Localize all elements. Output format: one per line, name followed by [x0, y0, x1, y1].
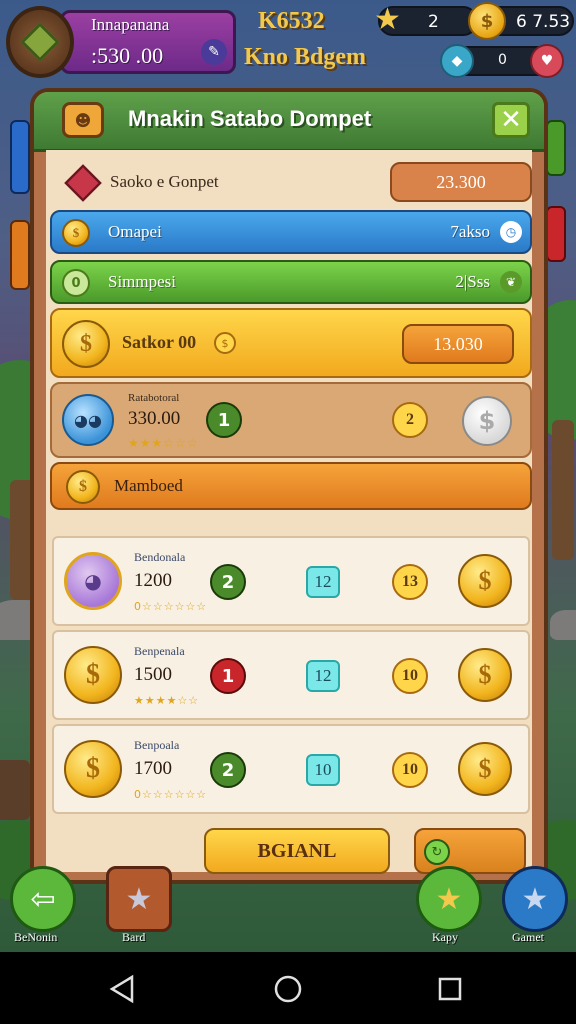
- list-item-stars: 0☆☆☆☆☆☆: [134, 788, 208, 801]
- list-item-amount: 1500: [134, 664, 172, 685]
- gem-icon: [20, 22, 60, 62]
- list-item[interactable]: $ Benpenala 1500 ★★★★☆☆ 1 12 10 $: [52, 630, 530, 720]
- list-item-badge: 2: [210, 752, 246, 788]
- wallet-summary-row: Saoko e Gonpet 23.300: [50, 162, 532, 206]
- stars-count: 2: [428, 12, 439, 32]
- player-balance: :530 .00: [91, 43, 164, 68]
- gold-row-label: Satkor 00: [122, 332, 197, 352]
- wallet-summary-label: Saoko e Gonpet: [110, 172, 219, 191]
- edit-icon[interactable]: ✎: [201, 39, 227, 65]
- green-bar-label: Simmpesi: [108, 272, 177, 291]
- list-item[interactable]: $ Benpoala 1700 0☆☆☆☆☆☆ 2 10 10 $: [52, 724, 530, 814]
- list-item-stars: 0☆☆☆☆☆☆: [134, 600, 208, 613]
- level-badge: 1: [206, 402, 242, 438]
- nav-label-gamet: Gamet: [512, 930, 544, 944]
- nav-label-bard: Bard: [122, 930, 146, 944]
- list-item-cyan-count: 12: [306, 566, 340, 598]
- mascot-row-name: Ratabotoral: [128, 392, 180, 404]
- secondary-action-button[interactable]: ↻: [414, 828, 526, 874]
- player-avatar[interactable]: [6, 6, 74, 78]
- stars-counter[interactable]: ★ 2: [374, 2, 478, 37]
- gems-counter[interactable]: ◆ 0 ♥: [440, 44, 564, 78]
- list-item-amount: 1200: [134, 570, 172, 591]
- coin-stack-icon: $: [66, 470, 100, 504]
- list-item[interactable]: ◕ Bendonala 1200 0☆☆☆☆☆☆ 2 12 13 $: [52, 536, 530, 626]
- list-item-stars: ★★★★☆☆: [134, 694, 200, 707]
- hud-score-subtitle: Kno Bdgem: [244, 44, 367, 70]
- top-hud: Innapanana :530 .00 ✎ K6532 Kno Bdgem ★ …: [0, 0, 576, 90]
- list-item-name: Bendonala: [134, 550, 186, 564]
- clock-icon: ◷: [500, 221, 522, 243]
- star-icon: ★: [374, 2, 401, 37]
- mascot-icon: ◕◕: [62, 394, 114, 446]
- blue-bar-label: Omapei: [108, 222, 162, 241]
- nav-button-back[interactable]: ⇦: [10, 866, 76, 932]
- panel-title: Mnakin Satabo Dompet: [128, 106, 372, 131]
- left-side-tab-blue[interactable]: [10, 120, 30, 194]
- coins-count: 6 7.53: [516, 12, 571, 32]
- recents-square-icon[interactable]: [437, 974, 463, 1004]
- list-item-cyan-count: 10: [306, 754, 340, 786]
- collect-coin-icon[interactable]: $: [458, 742, 512, 796]
- list-item-badge: 1: [210, 658, 246, 694]
- nav-button-kapy[interactable]: ★: [416, 866, 482, 932]
- right-side-tab-green[interactable]: [546, 120, 566, 176]
- left-side-tab-orange[interactable]: [10, 220, 30, 290]
- wallet-summary-value: 23.300: [390, 162, 532, 202]
- nav-button-bard[interactable]: ★: [106, 866, 172, 932]
- coin-icon: $: [64, 646, 122, 704]
- mascot-row-amount: 330.00: [128, 408, 181, 429]
- player-name-plate[interactable]: Innapanana :530 .00 ✎: [60, 10, 236, 74]
- wallet-panel: ☻ Mnakin Satabo Dompet ✕ Saoko e Gonpet …: [30, 88, 548, 884]
- list-item-badge: 2: [210, 564, 246, 600]
- gold-balance-row[interactable]: $ Satkor 00 $ 13.030: [50, 308, 532, 378]
- player-name: Innapanana: [91, 15, 170, 34]
- main-action-button[interactable]: BGIANL: [204, 828, 390, 874]
- nav-label-back: BeNonin: [14, 930, 58, 944]
- yellow-count-badge: 2: [392, 402, 428, 438]
- blue-balance-bar[interactable]: $ Omapei 7akso ◷: [50, 210, 532, 254]
- green-coin-icon: 0: [62, 269, 90, 297]
- gold-coin-icon: $: [62, 320, 110, 368]
- coin-icon: $: [62, 219, 90, 247]
- list-item-amount: 1700: [134, 758, 172, 779]
- leaf-icon: ❦: [500, 271, 522, 293]
- nav-label-kapy: Kapy: [432, 930, 458, 944]
- list-item-num: 13: [392, 564, 428, 600]
- green-balance-bar[interactable]: 0 Simmpesi 2|Sss ❦: [50, 260, 532, 304]
- coin-icon: $: [64, 740, 122, 798]
- gold-row-value: 13.030: [402, 324, 514, 364]
- back-triangle-icon[interactable]: [108, 974, 136, 1004]
- mini-coin-icon: $: [214, 332, 236, 354]
- orange-bar-label: Mamboed: [114, 476, 183, 495]
- list-item-num: 10: [392, 658, 428, 694]
- list-item-name: Benpenala: [134, 644, 185, 658]
- collect-coin-icon[interactable]: $: [458, 554, 512, 608]
- home-circle-icon[interactable]: [273, 974, 303, 1004]
- robot-icon: ☻: [62, 102, 104, 138]
- character-icon: ◕: [64, 552, 122, 610]
- ruby-icon: [64, 164, 102, 202]
- coins-counter[interactable]: $ 6 7.53: [468, 2, 574, 40]
- mascot-row[interactable]: ◕◕ Ratabotoral 330.00 ★★★☆☆☆ 1 2 $: [50, 382, 532, 458]
- hud-score-title: K6532: [258, 8, 325, 34]
- gems-count: 0: [498, 52, 507, 68]
- mascot-row-stars: ★★★☆☆☆: [128, 436, 199, 450]
- green-bar-value: 2|Sss: [455, 272, 490, 291]
- coin-icon: $: [468, 2, 506, 40]
- silver-coin-icon[interactable]: $: [462, 396, 512, 446]
- orange-bar[interactable]: $ Mamboed: [50, 462, 532, 510]
- refresh-icon: ↻: [424, 839, 450, 865]
- list-item-name: Benpoala: [134, 738, 180, 752]
- heart-icon[interactable]: ♥: [530, 44, 564, 78]
- collect-coin-icon[interactable]: $: [458, 648, 512, 702]
- blue-bar-value: 7akso: [450, 222, 490, 241]
- close-button[interactable]: ✕: [492, 102, 530, 138]
- panel-header: ☻ Mnakin Satabo Dompet ✕: [34, 92, 544, 152]
- gem-blue-icon: ◆: [440, 44, 474, 78]
- nav-button-gamet[interactable]: ★: [502, 866, 568, 932]
- right-side-tab-red[interactable]: [546, 206, 566, 262]
- list-item-cyan-count: 12: [306, 660, 340, 692]
- list-item-num: 10: [392, 752, 428, 788]
